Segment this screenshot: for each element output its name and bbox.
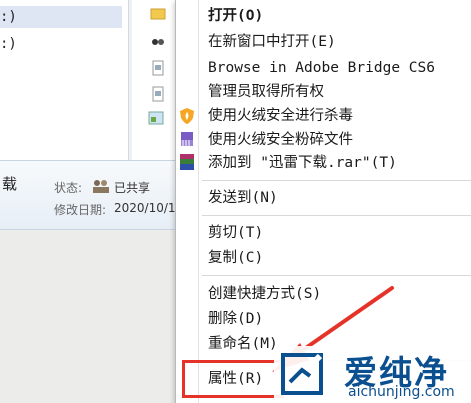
brand-logo-icon [281, 353, 323, 395]
menu-separator [202, 275, 471, 276]
menu-item-open[interactable]: 打开(O) [208, 4, 263, 28]
modified-value: 2020/10/11 [114, 201, 184, 215]
empty-area [0, 230, 185, 403]
shared-users-icon [93, 180, 109, 193]
document-icon[interactable] [150, 60, 166, 76]
folder-icon[interactable] [150, 6, 166, 22]
menu-separator [202, 215, 471, 216]
nav-tree-item[interactable]: :) [0, 33, 122, 55]
menu-item-send-to[interactable]: 发送到(N) [208, 186, 278, 210]
brand-url: aichunjing.com [348, 384, 455, 400]
nav-tree-item[interactable]: :) [0, 6, 122, 28]
menu-item-rename[interactable]: 重命名(M) [208, 332, 278, 356]
menu-item-cut[interactable]: 剪切(T) [208, 221, 263, 245]
highlight-box [182, 360, 284, 398]
menu-item-delete[interactable]: 删除(D) [208, 307, 263, 331]
menu-item-open-new-window[interactable]: 在新窗口中打开(E) [208, 30, 336, 54]
sharing-icon[interactable] [150, 34, 166, 50]
context-menu: 打开(O) 在新窗口中打开(E) Browse in Adobe Bridge … [175, 0, 471, 403]
menu-item-add-to-archive[interactable]: 添加到 "迅雷下载.rar"(T) [208, 151, 397, 175]
details-pane: 载 状态: 已共享 修改日期: 2020/10/11 [0, 160, 185, 230]
image-file-icon[interactable] [148, 110, 164, 126]
menu-item-huorong-scan[interactable]: 使用火绒安全进行杀毒 [208, 104, 353, 128]
menu-item-create-shortcut[interactable]: 创建快捷方式(S) [208, 282, 321, 306]
huorong-shred-icon [181, 132, 193, 146]
status-label: 状态: [54, 181, 83, 195]
winrar-icon [180, 154, 194, 170]
menu-icon-gutter [198, 0, 199, 403]
file-name-text: 载 [2, 175, 18, 193]
menu-separator [202, 180, 471, 181]
status-value: 已共享 [114, 181, 151, 195]
menu-item-take-ownership[interactable]: 管理员取得所有权 [208, 80, 324, 104]
menu-item-adobe-bridge[interactable]: Browse in Adobe Bridge CS6 [208, 56, 435, 80]
modified-label: 修改日期: [54, 203, 107, 217]
menu-item-huorong-shred[interactable]: 使用火绒安全粉碎文件 [208, 128, 353, 152]
huorong-shield-icon [180, 108, 194, 124]
document-icon[interactable] [150, 86, 166, 102]
navigation-pane: :) :) [0, 0, 128, 160]
menu-item-copy[interactable]: 复制(C) [208, 246, 263, 270]
brand-watermark: 爱纯净 aichunjing.com [274, 346, 471, 403]
